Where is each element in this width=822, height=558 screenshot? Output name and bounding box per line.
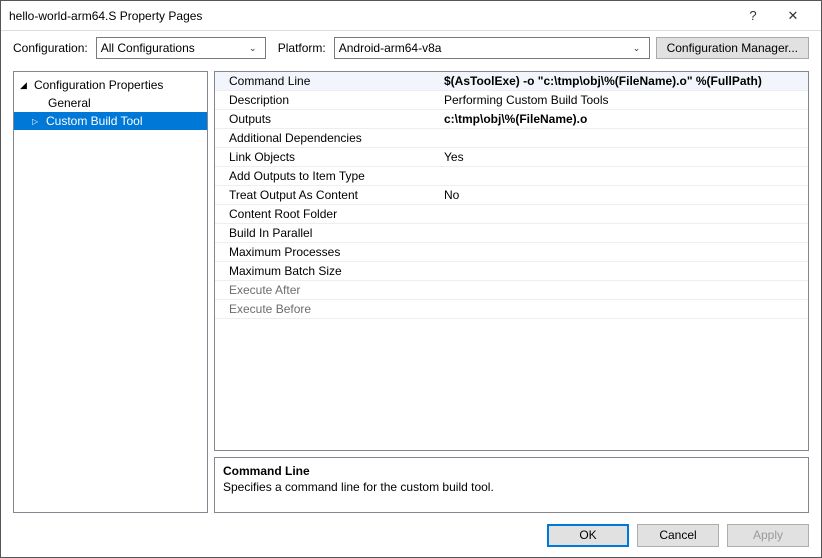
property-value[interactable]: No — [440, 188, 808, 202]
platform-label: Platform: — [278, 41, 326, 55]
property-row[interactable]: Outputsc:\tmp\obj\%(FileName).o — [215, 110, 808, 129]
right-panel: Command Line$(AsToolExe) -o "c:\tmp\obj\… — [214, 71, 809, 513]
caret-right-icon: ▷ — [32, 117, 42, 126]
property-value[interactable]: $(AsToolExe) -o "c:\tmp\obj\%(FileName).… — [440, 74, 808, 88]
apply-button[interactable]: Apply — [727, 524, 809, 547]
nav-tree[interactable]: ◢ Configuration Properties General ▷ Cus… — [13, 71, 208, 513]
property-name: Command Line — [215, 74, 440, 88]
property-row[interactable]: Maximum Processes — [215, 243, 808, 262]
property-name: Content Root Folder — [215, 207, 440, 221]
close-icon: ✕ — [788, 8, 799, 24]
property-row[interactable]: Content Root Folder — [215, 205, 808, 224]
property-name: Execute After — [215, 283, 440, 297]
property-name: Add Outputs to Item Type — [215, 169, 440, 183]
configuration-manager-button[interactable]: Configuration Manager... — [656, 37, 809, 59]
configuration-label: Configuration: — [13, 41, 88, 55]
property-value[interactable]: c:\tmp\obj\%(FileName).o — [440, 112, 808, 126]
property-row[interactable]: Maximum Batch Size — [215, 262, 808, 281]
property-row[interactable]: DescriptionPerforming Custom Build Tools — [215, 91, 808, 110]
property-row[interactable]: Treat Output As ContentNo — [215, 186, 808, 205]
property-name: Build In Parallel — [215, 226, 440, 240]
property-row[interactable]: Additional Dependencies — [215, 129, 808, 148]
ok-button[interactable]: OK — [547, 524, 629, 547]
config-bar: Configuration: All Configurations ⌄ Plat… — [1, 31, 821, 65]
property-name: Description — [215, 93, 440, 107]
chevron-down-icon: ⌄ — [245, 43, 261, 54]
property-name: Treat Output As Content — [215, 188, 440, 202]
property-value[interactable]: Yes — [440, 150, 808, 164]
chevron-down-icon: ⌄ — [629, 43, 645, 54]
help-icon: ? — [749, 8, 756, 23]
property-row[interactable]: Build In Parallel — [215, 224, 808, 243]
help-button[interactable]: ? — [733, 1, 773, 31]
property-grid[interactable]: Command Line$(AsToolExe) -o "c:\tmp\obj\… — [214, 71, 809, 451]
property-name: Execute Before — [215, 302, 440, 316]
property-row[interactable]: Add Outputs to Item Type — [215, 167, 808, 186]
main-area: ◢ Configuration Properties General ▷ Cus… — [1, 65, 821, 513]
footer: OK Cancel Apply — [1, 513, 821, 557]
window-title: hello-world-arm64.S Property Pages — [9, 9, 733, 23]
platform-value: Android-arm64-v8a — [339, 41, 629, 55]
property-name: Outputs — [215, 112, 440, 126]
titlebar: hello-world-arm64.S Property Pages ? ✕ — [1, 1, 821, 31]
platform-dropdown[interactable]: Android-arm64-v8a ⌄ — [334, 37, 650, 59]
property-name: Additional Dependencies — [215, 131, 440, 145]
property-row[interactable]: Execute Before — [215, 300, 808, 319]
property-value[interactable]: Performing Custom Build Tools — [440, 93, 808, 107]
cancel-button[interactable]: Cancel — [637, 524, 719, 547]
property-row[interactable]: Command Line$(AsToolExe) -o "c:\tmp\obj\… — [215, 72, 808, 91]
description-box: Command Line Specifies a command line fo… — [214, 457, 809, 513]
tree-root-config-properties[interactable]: ◢ Configuration Properties — [14, 76, 207, 94]
close-button[interactable]: ✕ — [773, 1, 813, 31]
configuration-dropdown[interactable]: All Configurations ⌄ — [96, 37, 266, 59]
property-pages-window: hello-world-arm64.S Property Pages ? ✕ C… — [0, 0, 822, 558]
description-title: Command Line — [223, 464, 800, 478]
tree-item-custom-build-tool[interactable]: ▷ Custom Build Tool — [14, 112, 207, 130]
property-name: Maximum Batch Size — [215, 264, 440, 278]
description-text: Specifies a command line for the custom … — [223, 480, 800, 494]
property-row[interactable]: Link ObjectsYes — [215, 148, 808, 167]
tree-item-general[interactable]: General — [14, 94, 207, 112]
property-row[interactable]: Execute After — [215, 281, 808, 300]
configuration-value: All Configurations — [101, 41, 245, 55]
caret-down-icon: ◢ — [20, 80, 30, 91]
property-name: Maximum Processes — [215, 245, 440, 259]
property-name: Link Objects — [215, 150, 440, 164]
